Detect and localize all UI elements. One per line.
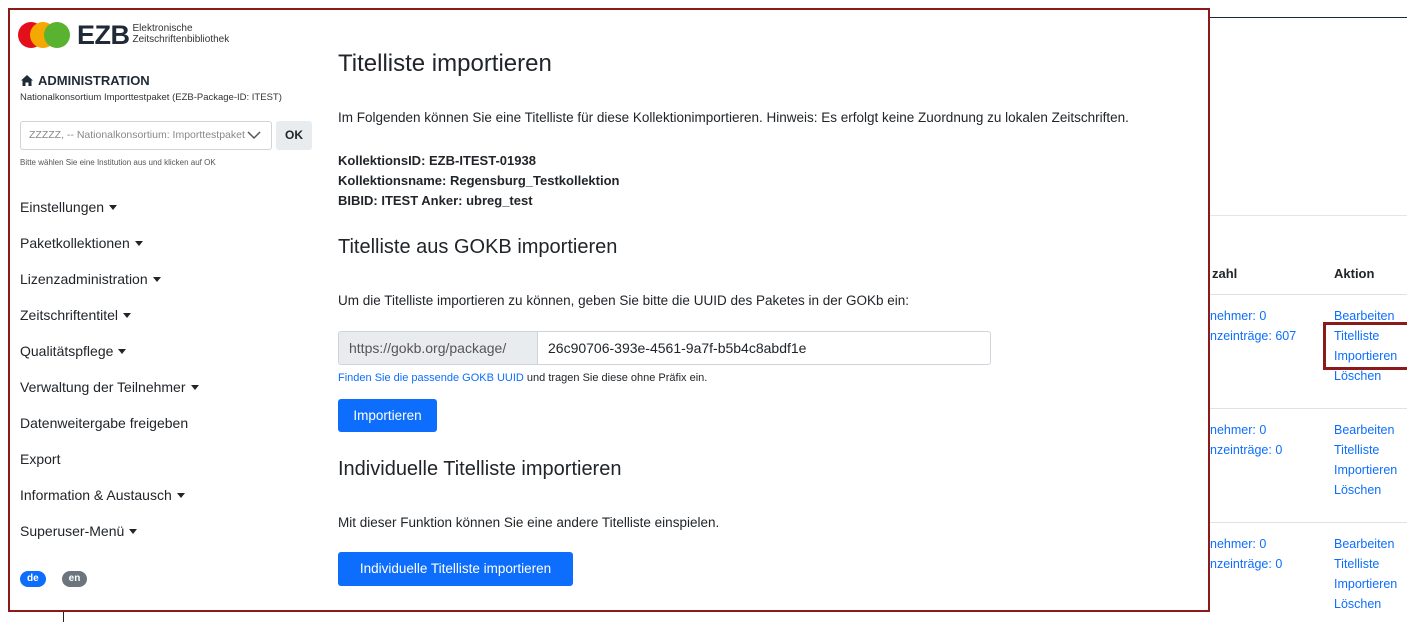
background-vertical-line: [63, 612, 64, 622]
sidebar-item-information-austausch[interactable]: Information & Austausch: [20, 485, 199, 521]
table-row: nehmer: 0 nzeinträge: 0: [1210, 534, 1282, 574]
logo-subtitle: Elektronische Zeitschriftenbibliothek: [133, 23, 230, 45]
delete-link[interactable]: Löschen: [1334, 480, 1397, 500]
collection-meta: KollektionsID: EZB-ITEST-01938 Kollektio…: [338, 151, 619, 211]
titelliste-link[interactable]: Titelliste: [1334, 554, 1397, 574]
table-row: nehmer: 0 nzeinträge: 607: [1210, 306, 1296, 346]
caret-down-icon: [129, 528, 138, 534]
individual-import-button[interactable]: Individuelle Titelliste importieren: [338, 552, 573, 586]
find-gokb-uuid-link[interactable]: Finden Sie die passende GOKB UUID: [338, 372, 524, 384]
admin-subtitle: Nationalkonsortium Importtestpaket (EZB-…: [20, 92, 282, 103]
gokb-url-prefix: https://gokb.org/package/: [338, 331, 537, 365]
caret-down-icon: [134, 240, 143, 246]
institution-select[interactable]: ZZZZZ, -- Nationalkonsortium: Importtest…: [20, 121, 272, 150]
row-divider: [1210, 522, 1407, 523]
kollektions-id: KollektionsID: EZB-ITEST-01938: [338, 153, 536, 168]
import-button[interactable]: Importieren: [338, 399, 437, 432]
kollektionsname: Kollektionsname: Regensburg_Testkollekti…: [338, 173, 620, 188]
gokb-uuid-input[interactable]: [537, 331, 991, 365]
admin-heading: ADMINISTRATION: [20, 73, 150, 88]
eintraege-count: nzeinträge: 0: [1210, 443, 1283, 457]
institution-hint: Bitte wählen Sie eine Institution aus un…: [20, 158, 216, 167]
delete-link[interactable]: Löschen: [1334, 594, 1397, 614]
admin-title: ADMINISTRATION: [38, 73, 150, 88]
bibid: BIBID: ITEST Anker: ubreg_test: [338, 193, 533, 208]
language-switcher: de en: [20, 571, 88, 587]
logo-subtitle-line1: Elektronische: [132, 23, 193, 34]
teilnehmer-count: nehmer: 0: [1210, 309, 1267, 323]
sidebar-item-lizenzadministration[interactable]: Lizenzadministration: [20, 269, 199, 305]
sidebar-item-paketkollektionen[interactable]: Paketkollektionen: [20, 233, 199, 269]
column-header-anzahl: zahl: [1212, 266, 1238, 281]
caret-down-icon: [152, 276, 161, 282]
gokb-hint-text: und tragen Sie diese ohne Präfix ein.: [523, 372, 708, 384]
logo-subtitle-line2: Zeitschriftenbibliothek: [132, 34, 230, 45]
language-en-button[interactable]: en: [61, 571, 88, 587]
caret-down-icon: [109, 204, 118, 210]
individual-heading: Individuelle Titelliste importieren: [338, 458, 622, 480]
eintraege-count: nzeinträge: 607: [1210, 329, 1297, 343]
teilnehmer-count: nehmer: 0: [1210, 423, 1267, 437]
sidebar-item-superuser-menue[interactable]: Superuser-Menü: [20, 521, 199, 557]
edit-link[interactable]: Bearbeiten: [1334, 534, 1397, 554]
row-actions: Bearbeiten Titelliste Importieren Lösche…: [1334, 534, 1397, 614]
logo-text: EZB: [77, 19, 130, 50]
table-header-line: [1210, 294, 1407, 295]
caret-down-icon: [118, 348, 127, 354]
caret-down-icon: [176, 492, 185, 498]
chevron-down-icon: [247, 131, 261, 140]
table-row: nehmer: 0 nzeinträge: 0: [1210, 420, 1282, 460]
caret-down-icon: [190, 384, 199, 390]
row-divider: [1210, 408, 1407, 409]
logo-circles-icon: [18, 21, 74, 49]
importieren-link[interactable]: Importieren: [1334, 574, 1397, 594]
gokb-description: Um die Titelliste importieren zu können,…: [338, 293, 910, 308]
eintraege-count: nzeinträge: 0: [1210, 557, 1283, 571]
ok-button[interactable]: OK: [276, 121, 312, 150]
sidebar-item-verwaltung-teilnehmer[interactable]: Verwaltung der Teilnehmer: [20, 377, 199, 413]
column-header-aktion: Aktion: [1334, 266, 1375, 281]
edit-link[interactable]: Bearbeiten: [1334, 420, 1397, 440]
institution-select-value: ZZZZZ, -- Nationalkonsortium: Importtest…: [29, 129, 245, 141]
individual-description: Mit dieser Funktion können Sie eine ande…: [338, 515, 720, 530]
sidebar: EZB Elektronische Zeitschriftenbibliothe…: [10, 10, 316, 610]
language-de-button[interactable]: de: [20, 571, 46, 587]
highlight-titelliste-importieren: [1323, 322, 1407, 370]
import-overlay: EZB Elektronische Zeitschriftenbibliothe…: [8, 8, 1210, 612]
importieren-link[interactable]: Importieren: [1334, 460, 1397, 480]
intro-text: Im Folgenden können Sie eine Titelliste …: [338, 110, 1129, 125]
page-title: Titelliste importieren: [338, 50, 552, 77]
background-top-line: [1210, 17, 1407, 18]
caret-down-icon: [123, 312, 132, 318]
gokb-uuid-group: https://gokb.org/package/: [338, 331, 991, 365]
teilnehmer-count: nehmer: 0: [1210, 537, 1267, 551]
sidebar-item-einstellungen[interactable]: Einstellungen: [20, 197, 199, 233]
sidebar-item-export[interactable]: Export: [20, 449, 199, 485]
ezb-logo[interactable]: EZB Elektronische Zeitschriftenbibliothe…: [18, 20, 229, 50]
gokb-heading: Titelliste aus GOKB importieren: [338, 236, 618, 258]
sidebar-item-datenweitergabe[interactable]: Datenweitergabe freigeben: [20, 413, 199, 449]
main-content: Titelliste importieren Im Folgenden könn…: [338, 10, 1208, 610]
row-actions: Bearbeiten Titelliste Importieren Lösche…: [1334, 420, 1397, 500]
sidebar-nav: Einstellungen Paketkollektionen Lizenzad…: [20, 197, 199, 557]
sidebar-item-zeitschriftentitel[interactable]: Zeitschriftentitel: [20, 305, 199, 341]
gokb-hint: Finden Sie die passende GOKB UUID und tr…: [338, 372, 707, 384]
home-icon: [21, 75, 33, 86]
background-separator: [1210, 215, 1407, 216]
sidebar-item-qualitaetspflege[interactable]: Qualitätspflege: [20, 341, 199, 377]
titelliste-link[interactable]: Titelliste: [1334, 440, 1397, 460]
